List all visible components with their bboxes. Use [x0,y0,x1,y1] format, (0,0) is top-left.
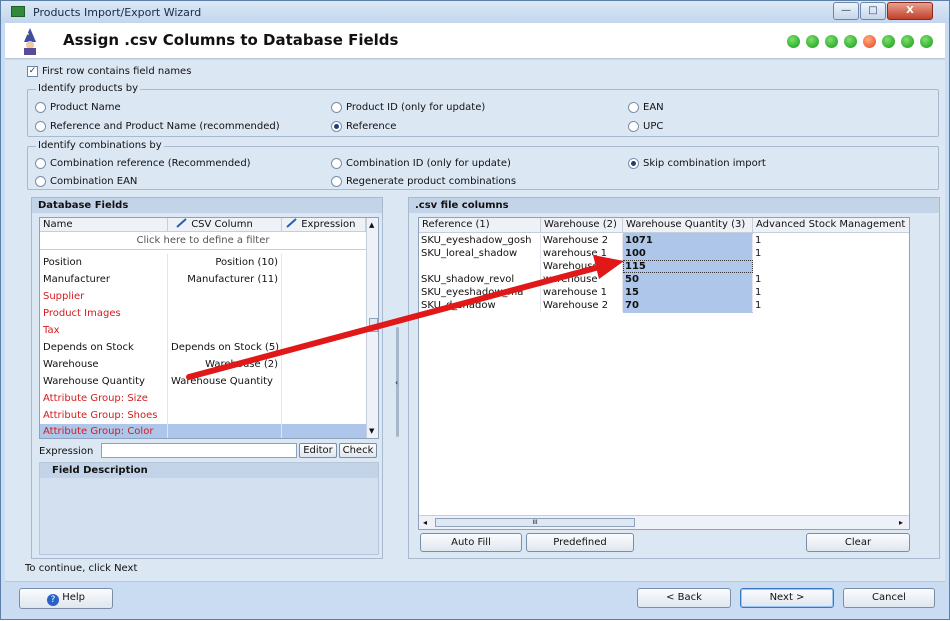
step-indicator [787,35,933,48]
scroll-up-icon[interactable]: ▲ [369,221,374,229]
identify-combinations-label: Identify combinations by [36,140,164,151]
app-icon [11,6,25,17]
scroll-thumb[interactable] [369,318,378,332]
radio-ean[interactable]: EAN [628,102,664,113]
collapse-arrow-icon[interactable]: ‹ [395,378,398,387]
editor-button[interactable]: Editor [299,443,337,458]
column-header-name[interactable]: Name [40,218,168,232]
step-dot [901,35,914,48]
page-title: Assign .csv Columns to Database Fields [63,31,399,49]
csv-row[interactable]: SKU_d_shadow Warehouse 2 70 1 [419,299,909,312]
database-fields-title: Database Fields [32,198,382,213]
window-title: Products Import/Export Wizard [33,6,202,19]
column-header-expression[interactable]: Expression [282,218,366,232]
scroll-down-icon[interactable]: ▼ [369,427,374,435]
clear-button[interactable]: Clear [806,533,910,552]
pencil-icon [176,218,187,228]
filter-row[interactable]: Click here to define a filter [40,232,366,250]
radio-combination-ean[interactable]: Combination EAN [35,176,137,187]
csv-row[interactable]: Warehouse 115 [419,260,909,273]
footer-divider [5,581,945,582]
table-row-selected[interactable]: Attribute Group: Color [40,424,366,438]
first-row-checkbox-row[interactable]: ✓ First row contains field names [27,66,191,77]
radio-reference-name[interactable]: Reference and Product Name (recommended) [35,121,280,132]
table-row[interactable]: Warehouse Warehouse (2) [40,356,366,373]
db-rows: Position Position (10) Manufacturer Manu… [40,254,366,438]
radio-regenerate-combinations[interactable]: Regenerate product combinations [331,176,516,187]
table-row[interactable]: Depends on Stock Depends on Stock (5) [40,339,366,356]
table-row[interactable]: Tax [40,322,366,339]
title-bar: Products Import/Export Wizard — □ X [1,1,949,23]
panel-splitter[interactable]: ‹ [390,211,402,551]
csv-row[interactable]: SKU_eyeshadow_ma warehouse 1 15 1 [419,286,909,299]
footer-hint: To continue, click Next [25,563,138,574]
csv-col-header[interactable]: Advanced Stock Management [753,218,909,233]
radio-skip-combination[interactable]: Skip combination import [628,158,766,169]
check-button[interactable]: Check [339,443,377,458]
maximize-button[interactable]: □ [860,2,886,20]
step-dot [882,35,895,48]
radio-combination-id[interactable]: Combination ID (only for update) [331,158,511,169]
csv-col-header[interactable]: Warehouse Quantity (3) [623,218,753,233]
table-row[interactable]: Product Images [40,305,366,322]
column-header-csv[interactable]: CSV Column [168,218,282,232]
help-button[interactable]: ? Help [19,588,113,609]
csv-row[interactable]: SKU_eyeshadow_gosh Warehouse 2 1071 1 [419,234,909,247]
field-description-panel: Field Description [39,462,379,555]
step-dot [920,35,933,48]
table-row[interactable]: Attribute Group: Size [40,390,366,407]
step-dot [787,35,800,48]
back-button[interactable]: < Back [637,588,731,608]
csv-columns-grid[interactable]: Reference (1) Warehouse (2) Warehouse Qu… [418,217,910,530]
csv-row[interactable]: SKU_loreal_shadow warehouse 1 100 1 [419,247,909,260]
table-row[interactable]: Attribute Group: Shoes [40,407,366,424]
radio-combination-reference[interactable]: Combination reference (Recommended) [35,158,251,169]
first-row-checkbox[interactable]: ✓ [27,66,38,77]
focused-cell: 115 [623,260,753,273]
step-dot [806,35,819,48]
table-row[interactable]: Supplier [40,288,366,305]
step-dot [844,35,857,48]
csv-col-header[interactable]: Reference (1) [419,218,541,233]
wizard-icon [24,28,36,55]
step-dot-active [863,35,876,48]
radio-product-id[interactable]: Product ID (only for update) [331,102,485,113]
radio-product-name[interactable]: Product Name [35,102,121,113]
csv-hscrollbar[interactable]: ◂ III ▸ [419,515,909,529]
minimize-button[interactable]: — [833,2,859,20]
radio-upc[interactable]: UPC [628,121,663,132]
scroll-left-icon[interactable]: ◂ [423,518,427,527]
step-dot [825,35,838,48]
database-fields-grid[interactable]: Name CSV Column Expression Click here to… [39,217,379,439]
expression-label: Expression [39,446,94,457]
radio-reference[interactable]: Reference [331,121,396,132]
csv-columns-title: .csv file columns [409,198,939,213]
auto-fill-button[interactable]: Auto Fill [420,533,522,552]
table-row[interactable]: Position Position (10) [40,254,366,271]
identify-products-label: Identify products by [36,83,141,94]
expression-input[interactable] [101,443,297,458]
db-fields-scrollbar[interactable]: ▲ ▼ [366,218,378,438]
scroll-right-icon[interactable]: ▸ [899,518,903,527]
wizard-window: Products Import/Export Wizard — □ X Assi… [0,0,950,620]
table-row[interactable]: Warehouse Quantity Warehouse Quantity [40,373,366,390]
csv-row[interactable]: SKU_shadow_revol warehouse 50 1 [419,273,909,286]
csv-col-header[interactable]: Warehouse (2) [541,218,623,233]
pencil-icon [286,218,297,228]
cancel-button[interactable]: Cancel [843,588,935,608]
help-icon: ? [47,594,59,606]
hscroll-thumb[interactable]: III [435,518,635,527]
table-row[interactable]: Manufacturer Manufacturer (11) [40,271,366,288]
close-button[interactable]: X [887,2,933,20]
predefined-button[interactable]: Predefined [526,533,634,552]
next-button[interactable]: Next > [740,588,834,608]
field-description-title: Field Description [40,463,378,478]
wizard-header: Assign .csv Columns to Database Fields [5,23,945,59]
first-row-label: First row contains field names [42,66,192,77]
